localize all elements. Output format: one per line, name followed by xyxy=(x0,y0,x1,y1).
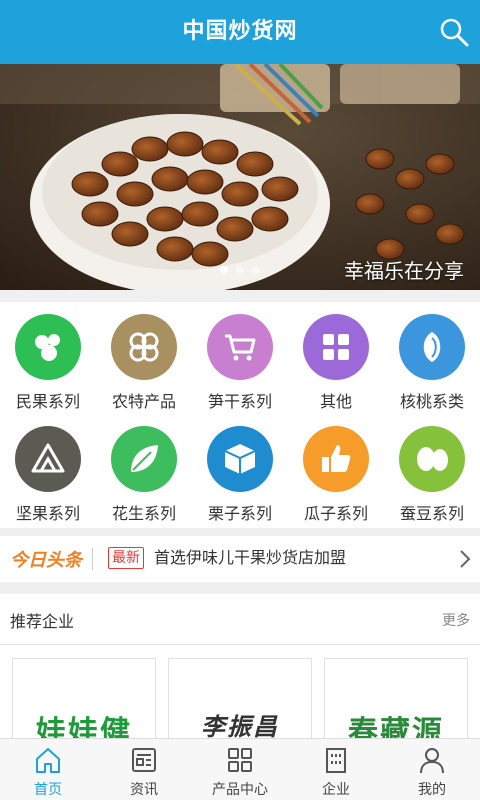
tab-label: 产品中心 xyxy=(212,782,268,798)
category-label: 其他 xyxy=(319,392,352,411)
category-label: 瓜子系列 xyxy=(303,504,368,523)
more-link[interactable]: 更多 xyxy=(442,610,470,630)
chevron-right-icon[interactable] xyxy=(458,549,472,569)
category-item[interactable]: 核桃系类 xyxy=(384,302,480,414)
seed-icon xyxy=(399,314,465,380)
carousel-dot[interactable] xyxy=(220,266,228,274)
tab-label: 我的 xyxy=(418,782,446,798)
category-label: 蚕豆系列 xyxy=(399,504,464,523)
tab-label: 资讯 xyxy=(130,782,158,798)
bottom-tab-bar: 首页 资讯 产品中心 企业 我的 xyxy=(0,738,480,800)
category-item[interactable]: 栗子系列 xyxy=(192,414,288,526)
box-icon xyxy=(207,426,273,492)
category-item[interactable]: 笋干系列 xyxy=(192,302,288,414)
tab-label: 企业 xyxy=(322,782,350,798)
news-logo: 今日头条 xyxy=(10,550,82,571)
news-icon xyxy=(132,748,156,772)
tab-products[interactable]: 产品中心 xyxy=(192,739,288,800)
category-label: 花生系列 xyxy=(111,504,176,523)
tab-label: 首页 xyxy=(34,782,62,798)
divider xyxy=(92,548,93,570)
category-label: 民果系列 xyxy=(15,392,80,411)
beans-icon xyxy=(399,426,465,492)
tab-company[interactable]: 企业 xyxy=(288,739,384,800)
carousel-indicator xyxy=(220,266,260,274)
category-grid: 民果系列 农特产品 笋干系列 其他 核桃系类 坚果系列 花生系列 栗子系列 瓜子… xyxy=(0,302,480,528)
category-label: 坚果系列 xyxy=(15,504,80,523)
thumbs-up-icon xyxy=(303,426,369,492)
building-icon xyxy=(326,748,346,773)
cart-icon xyxy=(207,314,273,380)
divider xyxy=(0,644,480,645)
tab-profile[interactable]: 我的 xyxy=(384,739,480,800)
category-item[interactable]: 花生系列 xyxy=(96,414,192,526)
category-item[interactable]: 蚕豆系列 xyxy=(384,414,480,526)
category-label: 栗子系列 xyxy=(207,504,272,523)
grid-icon xyxy=(303,314,369,380)
user-icon xyxy=(420,748,444,774)
category-item[interactable]: 坚果系列 xyxy=(0,414,96,526)
home-icon xyxy=(36,748,60,773)
banner-carousel[interactable]: 幸福乐在分享 xyxy=(0,64,480,290)
section-title: 推荐企业 xyxy=(10,612,75,631)
carousel-dot[interactable] xyxy=(236,266,244,274)
category-item[interactable]: 农特产品 xyxy=(96,302,192,414)
products-grid-icon xyxy=(228,748,252,772)
leaf-icon xyxy=(111,426,177,492)
nuts-icon xyxy=(15,314,81,380)
tab-home[interactable]: 首页 xyxy=(0,739,96,800)
company-logo: 李振昌 xyxy=(201,713,279,741)
news-headline[interactable]: 首选伊味儿干果炒货店加盟 xyxy=(154,547,346,569)
app-header: 中国炒货网 xyxy=(0,0,480,64)
category-label: 农特产品 xyxy=(111,392,176,411)
triangles-icon xyxy=(15,426,81,492)
new-badge: 最新 xyxy=(108,547,144,569)
search-icon[interactable] xyxy=(438,16,470,48)
category-label: 核桃系类 xyxy=(399,392,464,411)
carousel-dot[interactable] xyxy=(252,266,260,274)
category-item[interactable]: 民果系列 xyxy=(0,302,96,414)
page-title: 中国炒货网 xyxy=(182,19,298,44)
clover-icon xyxy=(111,314,177,380)
tab-news[interactable]: 资讯 xyxy=(96,739,192,800)
category-item[interactable]: 瓜子系列 xyxy=(288,414,384,526)
category-label: 笋干系列 xyxy=(207,392,272,411)
banner-caption: 幸福乐在分享 xyxy=(344,259,464,283)
news-ticker[interactable]: 今日头条 最新 首选伊味儿干果炒货店加盟 xyxy=(0,536,480,582)
category-item[interactable]: 其他 xyxy=(288,302,384,414)
